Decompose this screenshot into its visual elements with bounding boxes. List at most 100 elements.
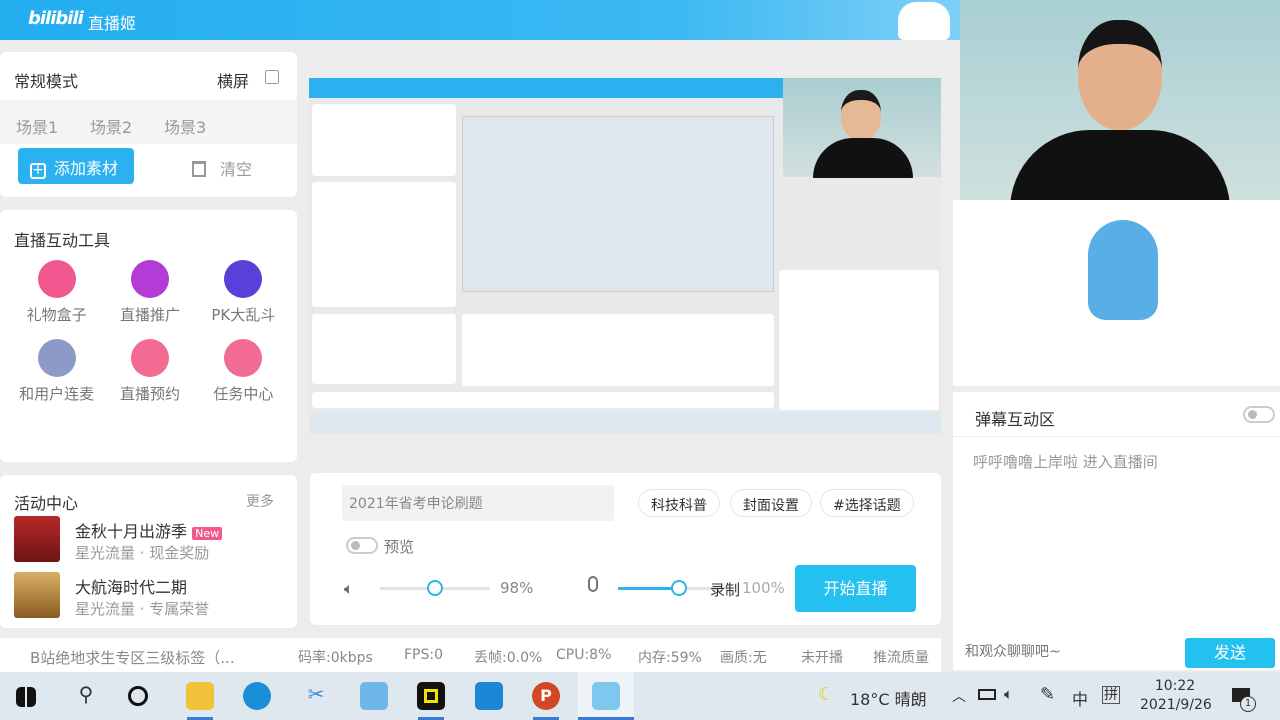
send-button[interactable]: 发送	[1185, 638, 1275, 668]
scene-card: 常规模式 横屏 场景1 场景2 场景3 + 添加素材 清空	[0, 52, 297, 197]
windows-start-icon[interactable]	[16, 687, 36, 707]
webcam-feed	[960, 0, 1280, 200]
cover-settings-button[interactable]: 封面设置	[730, 489, 812, 517]
camera-app-icon[interactable]	[417, 682, 445, 710]
slider-knob[interactable]	[670, 580, 687, 596]
tool-pk[interactable]: PK大乱斗	[197, 260, 290, 325]
reserve-icon	[130, 339, 169, 377]
live-preview-canvas[interactable]	[309, 78, 941, 434]
app-title: 直播姬	[88, 14, 137, 33]
dropped-frames: 丢帧:0.0%	[474, 650, 543, 666]
record-button[interactable]: 录制	[710, 579, 740, 600]
snipping-tool-icon[interactable]: ✂	[302, 682, 330, 710]
bilibili-logo: bilibili	[28, 8, 84, 29]
clock[interactable]: 10:22 2021/9/26	[1140, 677, 1212, 715]
quality: 画质:无	[720, 650, 767, 666]
tool-mic-link[interactable]: 和用户连麦	[10, 339, 103, 404]
microphone-icon[interactable]	[588, 576, 598, 592]
tool-reserve[interactable]: 直播预约	[103, 339, 196, 404]
preview-toggle[interactable]	[346, 537, 378, 554]
activity-title: 活动中心	[14, 494, 79, 513]
scene-tab-2[interactable]: 场景2	[90, 114, 132, 138]
tool-label: 任务中心	[213, 385, 274, 403]
tool-label: 和用户连麦	[19, 385, 95, 403]
activity-item-title[interactable]: 大航海时代二期	[75, 574, 187, 598]
stream-controls-card: 科技科普 封面设置 #选择话题 预览 🔈︎ 98% 录制 100% 开始直播	[310, 473, 941, 625]
trash-icon	[192, 161, 206, 177]
speaker-volume-slider[interactable]	[380, 580, 490, 596]
mode-label: 常规模式	[14, 72, 79, 91]
cpu-usage: CPU:8%	[556, 647, 612, 663]
photo-app-icon[interactable]	[360, 682, 388, 710]
interactive-tools-card: 直播互动工具 礼物盒子 直播推广 PK大乱斗和用户连麦 直播预约 任务中心	[0, 210, 297, 462]
tool-label: 礼物盒子	[26, 306, 87, 324]
start-live-button[interactable]: 开始直播	[795, 565, 916, 612]
speaker-icon[interactable]: 🔈︎	[344, 579, 354, 599]
scene-tab-1[interactable]: 场景1	[16, 114, 58, 138]
battery-icon[interactable]	[978, 689, 996, 700]
webcam-preview	[783, 78, 941, 178]
edge-icon[interactable]	[243, 682, 271, 710]
mic-link-icon	[37, 339, 76, 377]
clear-button[interactable]: 清空	[192, 156, 252, 180]
tool-label: PK大乱斗	[211, 306, 276, 324]
preview-label: 预览	[384, 538, 415, 556]
bitrate: 码率:0kbps	[298, 650, 373, 666]
danmaku-title: 弹幕互动区	[975, 410, 1056, 429]
category-tag-label[interactable]: B站绝地求生专区三级标签（...	[30, 647, 235, 668]
status-bar: B站绝地求生专区三级标签（... 码率:0kbps FPS:0 丢帧:0.0% …	[0, 638, 941, 672]
mail-icon[interactable]	[475, 682, 503, 710]
weather-text[interactable]: 18°C 晴朗	[850, 686, 927, 710]
tools-title: 直播互动工具	[14, 231, 111, 250]
task-icon	[224, 339, 263, 377]
tool-gift[interactable]: 礼物盒子	[10, 260, 103, 325]
tool-label: 直播推广	[119, 306, 180, 324]
category-tag[interactable]: 科技科普	[638, 489, 720, 517]
date: 2021/9/26	[1140, 697, 1212, 713]
clear-label: 清空	[220, 160, 253, 179]
add-material-button[interactable]: + 添加素材	[18, 148, 134, 184]
activity-item-title[interactable]: 金秋十月出游季 New	[75, 518, 223, 542]
danmaku-panel: 弹幕互动区 呼呼噜噜上岸啦 进入直播间 发送	[953, 392, 1280, 670]
ime-language[interactable]: 中	[1072, 686, 1088, 710]
cortana-icon[interactable]	[128, 686, 148, 706]
mascot-icon	[898, 2, 950, 40]
pen-icon[interactable]: ✎	[1040, 684, 1055, 705]
show-hidden-icons[interactable]: ︿	[952, 686, 966, 706]
new-badge: New	[192, 527, 223, 540]
app-header: bilibili 直播姬	[0, 0, 960, 40]
activity-thumb[interactable]	[14, 516, 60, 562]
tool-task[interactable]: 任务中心	[197, 339, 290, 404]
ime-mode[interactable]: 拼	[1102, 686, 1120, 704]
weather-moon-icon: ☾	[818, 684, 835, 705]
live-app-taskbar-button[interactable]	[578, 672, 634, 720]
lock-icon[interactable]	[265, 70, 279, 84]
scene-tab-3[interactable]: 场景3	[164, 114, 206, 138]
sticker-area	[953, 200, 1280, 386]
tool-promote[interactable]: 直播推广	[103, 260, 196, 325]
danmaku-input[interactable]	[965, 638, 1175, 666]
topic-select-button[interactable]: #选择话题	[820, 489, 914, 517]
orientation-toggle[interactable]: 横屏	[217, 68, 249, 92]
stream-title-input[interactable]	[342, 485, 614, 521]
promote-icon	[130, 260, 169, 298]
powerpoint-icon[interactable]: P	[532, 682, 560, 710]
activity-thumb[interactable]	[14, 572, 60, 618]
more-link[interactable]: 更多	[246, 491, 274, 511]
anime-character-icon	[1088, 220, 1158, 320]
slider-knob[interactable]	[427, 580, 443, 596]
danmaku-toggle[interactable]	[1243, 406, 1275, 423]
speaker-volume-value: 98%	[500, 579, 534, 597]
search-icon[interactable]: ⚲	[72, 682, 100, 710]
add-material-label: 添加素材	[54, 159, 119, 178]
taskbar: ⚲ ✂ P ☾ 18°C 晴朗 ︿ 🔈︎ ✎ 中 拼 10:22 2021/9/2…	[0, 672, 1280, 720]
memory-usage: 内存:59%	[638, 650, 702, 666]
activity-card: 活动中心 更多 金秋十月出游季 New 星光流量 · 现金奖励 大航海时代二期 …	[0, 475, 297, 628]
volume-icon[interactable]: 🔈︎	[1004, 685, 1013, 703]
fps: FPS:0	[404, 647, 444, 663]
activity-item-sub: 星光流量 · 现金奖励	[75, 544, 210, 562]
push-quality[interactable]: 推流质量	[873, 647, 929, 667]
mic-volume-value: 100%	[742, 579, 785, 597]
plus-icon: +	[30, 163, 46, 179]
file-explorer-icon[interactable]	[186, 682, 214, 710]
